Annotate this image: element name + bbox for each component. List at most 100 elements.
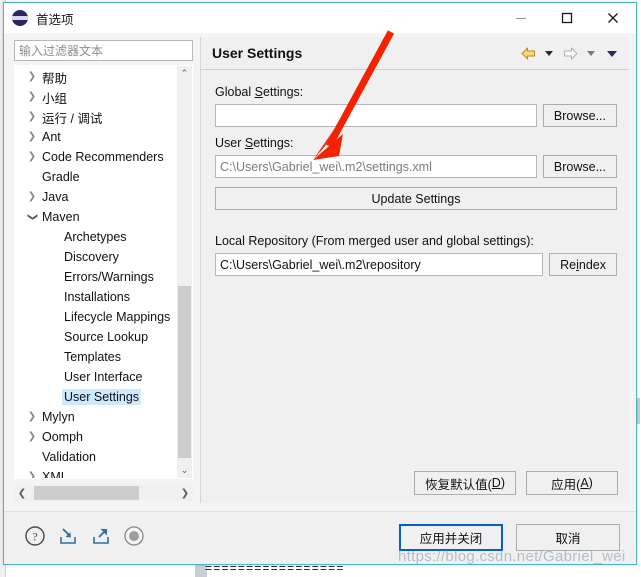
chevron-right-icon[interactable]: ❯ <box>24 432 40 442</box>
tree-item-errors-warnings[interactable]: Errors/Warnings <box>15 267 177 287</box>
maximize-button[interactable] <box>544 3 590 33</box>
tree-item-label: Maven <box>42 210 80 224</box>
forward-history-dropdown[interactable] <box>582 44 600 64</box>
tree-item-[interactable]: ❯ 帮助 <box>15 67 177 87</box>
global-settings-label-pre: Global <box>215 85 255 99</box>
footer-button-group: 应用并关闭 取消 <box>399 524 620 551</box>
update-settings-button[interactable]: Update Settings <box>215 187 617 210</box>
user-settings-browse-button[interactable]: Browse... <box>542 155 617 178</box>
tree-item-label: User Interface <box>64 370 143 384</box>
tree-item-label: Archetypes <box>64 230 127 244</box>
local-repository-input[interactable]: C:\Users\Gabriel_wei\.m2\repository <box>215 253 544 276</box>
tree-item-user-settings[interactable]: User Settings <box>15 387 177 407</box>
tree-item-label: Mylyn <box>42 410 75 424</box>
tree-item-java[interactable]: ❯ Java <box>15 187 177 207</box>
tree-item-ant[interactable]: ❯ Ant <box>15 127 177 147</box>
tree-item-gradle[interactable]: Gradle <box>15 167 177 187</box>
reindex-button[interactable]: Re i ndex <box>549 253 617 276</box>
global-settings-accel: S <box>254 85 263 99</box>
tree-item-source-lookup[interactable]: Source Lookup <box>15 327 177 347</box>
cancel-button[interactable]: 取消 <box>516 524 620 551</box>
chevron-right-icon[interactable]: ❯ <box>24 412 40 422</box>
scroll-down-icon[interactable]: ⌄ <box>177 463 192 478</box>
tree-item-user-interface[interactable]: User Interface <box>15 367 177 387</box>
user-settings-row: C:\Users\Gabriel_wei\.m2\settings.xml Br… <box>215 155 617 178</box>
chevron-right-icon[interactable]: ❯ <box>24 72 40 82</box>
apply-button[interactable]: 应用(A) <box>526 471 618 495</box>
chevron-right-icon[interactable]: ❯ <box>24 132 40 142</box>
tree-item-installations[interactable]: Installations <box>15 287 177 307</box>
filter-placeholder: 输入过滤器文本 <box>19 44 104 58</box>
restore-defaults-accel: D <box>491 476 501 490</box>
oomph-recorder-icon[interactable] <box>123 525 145 547</box>
maximize-icon <box>561 12 573 24</box>
tree-item-[interactable]: ❯ 运行 / 调试 <box>15 107 177 127</box>
close-button[interactable] <box>590 3 636 33</box>
import-icon[interactable] <box>57 525 79 547</box>
forward-button[interactable] <box>561 44 579 64</box>
back-button[interactable] <box>519 44 537 64</box>
user-settings-input[interactable]: C:\Users\Gabriel_wei\.m2\settings.xml <box>215 155 537 178</box>
reindex-label-post: ndex <box>578 257 606 272</box>
back-arrow-icon <box>521 47 535 60</box>
scroll-up-icon[interactable]: ⌃ <box>177 66 192 81</box>
footer-icon-group: ? <box>24 525 145 547</box>
tree-item-label: 小组 <box>42 91 68 106</box>
tree-item-code-recommenders[interactable]: ❯ Code Recommenders <box>15 147 177 167</box>
chevron-right-icon[interactable]: ❯ <box>24 472 40 479</box>
tree-vscroll-thumb[interactable] <box>178 286 191 458</box>
global-settings-browse-button[interactable]: Browse... <box>542 104 617 127</box>
tree-item-label: Lifecycle Mappings <box>64 310 171 324</box>
close-icon <box>608 13 618 23</box>
tree-item-oomph[interactable]: ❯ Oomph <box>15 427 177 447</box>
restore-defaults-button[interactable]: 恢复默认值(D) <box>414 471 516 495</box>
user-settings-accel: S <box>244 136 254 150</box>
scroll-right-icon[interactable]: ❯ <box>177 485 193 501</box>
tree-item-lifecycle-mappings[interactable]: Lifecycle Mappings <box>15 307 177 327</box>
global-settings-label-post: ettings: <box>262 85 304 99</box>
tree-item-label: Templates <box>64 350 121 364</box>
tree-item-label: Oomph <box>42 430 83 444</box>
tree-item-mylyn[interactable]: ❯ Mylyn <box>15 407 177 427</box>
local-repository-row: C:\Users\Gabriel_wei\.m2\repository Re i n… <box>215 253 617 276</box>
tree-item-label: Gradle <box>42 170 80 184</box>
help-icon[interactable]: ? <box>24 525 46 547</box>
chevron-right-icon[interactable]: ❯ <box>24 152 40 162</box>
user-settings-label: User Settings: <box>215 136 617 150</box>
chevron-down-icon[interactable]: ❯ <box>27 209 38 225</box>
export-icon[interactable] <box>90 525 112 547</box>
page-view-menu[interactable] <box>603 44 621 64</box>
apply-and-close-button[interactable]: 应用并关闭 <box>399 524 503 551</box>
tree-item-xml[interactable]: ❯ XML <box>15 467 177 478</box>
tree-vertical-scrollbar[interactable]: ⌃ ⌄ <box>177 66 192 478</box>
user-settings-label-post: ettings: <box>253 136 294 150</box>
global-settings-label: Global Settings: <box>215 85 617 99</box>
tree-item-archetypes[interactable]: Archetypes <box>15 227 177 247</box>
chevron-right-icon[interactable]: ❯ <box>24 192 40 202</box>
chevron-down-icon <box>545 51 553 56</box>
tree-item-[interactable]: ❯ 小组 <box>15 87 177 107</box>
filter-input[interactable]: 输入过滤器文本 <box>14 40 193 61</box>
tree-item-discovery[interactable]: Discovery <box>15 247 177 267</box>
apply-accel: A <box>580 476 589 490</box>
back-history-dropdown[interactable] <box>540 44 558 64</box>
global-settings-input[interactable] <box>215 104 537 127</box>
tree-item-templates[interactable]: Templates <box>15 347 177 367</box>
chevron-right-icon[interactable]: ❯ <box>24 92 40 102</box>
restore-defaults-label-post: ) <box>500 476 505 490</box>
scroll-left-icon[interactable]: ❮ <box>14 485 30 501</box>
minimize-button[interactable] <box>498 3 544 33</box>
tree-item-label: Discovery <box>64 250 119 264</box>
tree-hscroll-thumb[interactable] <box>34 486 139 500</box>
tree-item-label: 帮助 <box>42 71 68 86</box>
preferences-tree: ❯ 帮助 ❯ 小组 ❯ 运行 / 调试 ❯ Ant ❯ Code Recommenders Grad… <box>14 65 193 479</box>
tree-horizontal-scrollbar[interactable]: ❮ ❯ <box>14 485 193 501</box>
chevron-right-icon[interactable]: ❯ <box>24 112 40 122</box>
tree-item-validation[interactable]: Validation <box>15 447 177 467</box>
restore-defaults-label-pre: 恢复默认值( <box>425 477 492 492</box>
dialog-body: 输入过滤器文本 ❯ 帮助 ❯ 小组 ❯ 运行 / 调试 ❯ Ant ❯ Code Recommen… <box>4 33 636 511</box>
tree-item-label: XML <box>42 470 68 478</box>
page-title: User Settings <box>212 45 303 61</box>
tree-item-maven[interactable]: ❯ Maven <box>15 207 177 227</box>
page-content: Global Settings: Browse... User Settings… <box>201 71 629 503</box>
